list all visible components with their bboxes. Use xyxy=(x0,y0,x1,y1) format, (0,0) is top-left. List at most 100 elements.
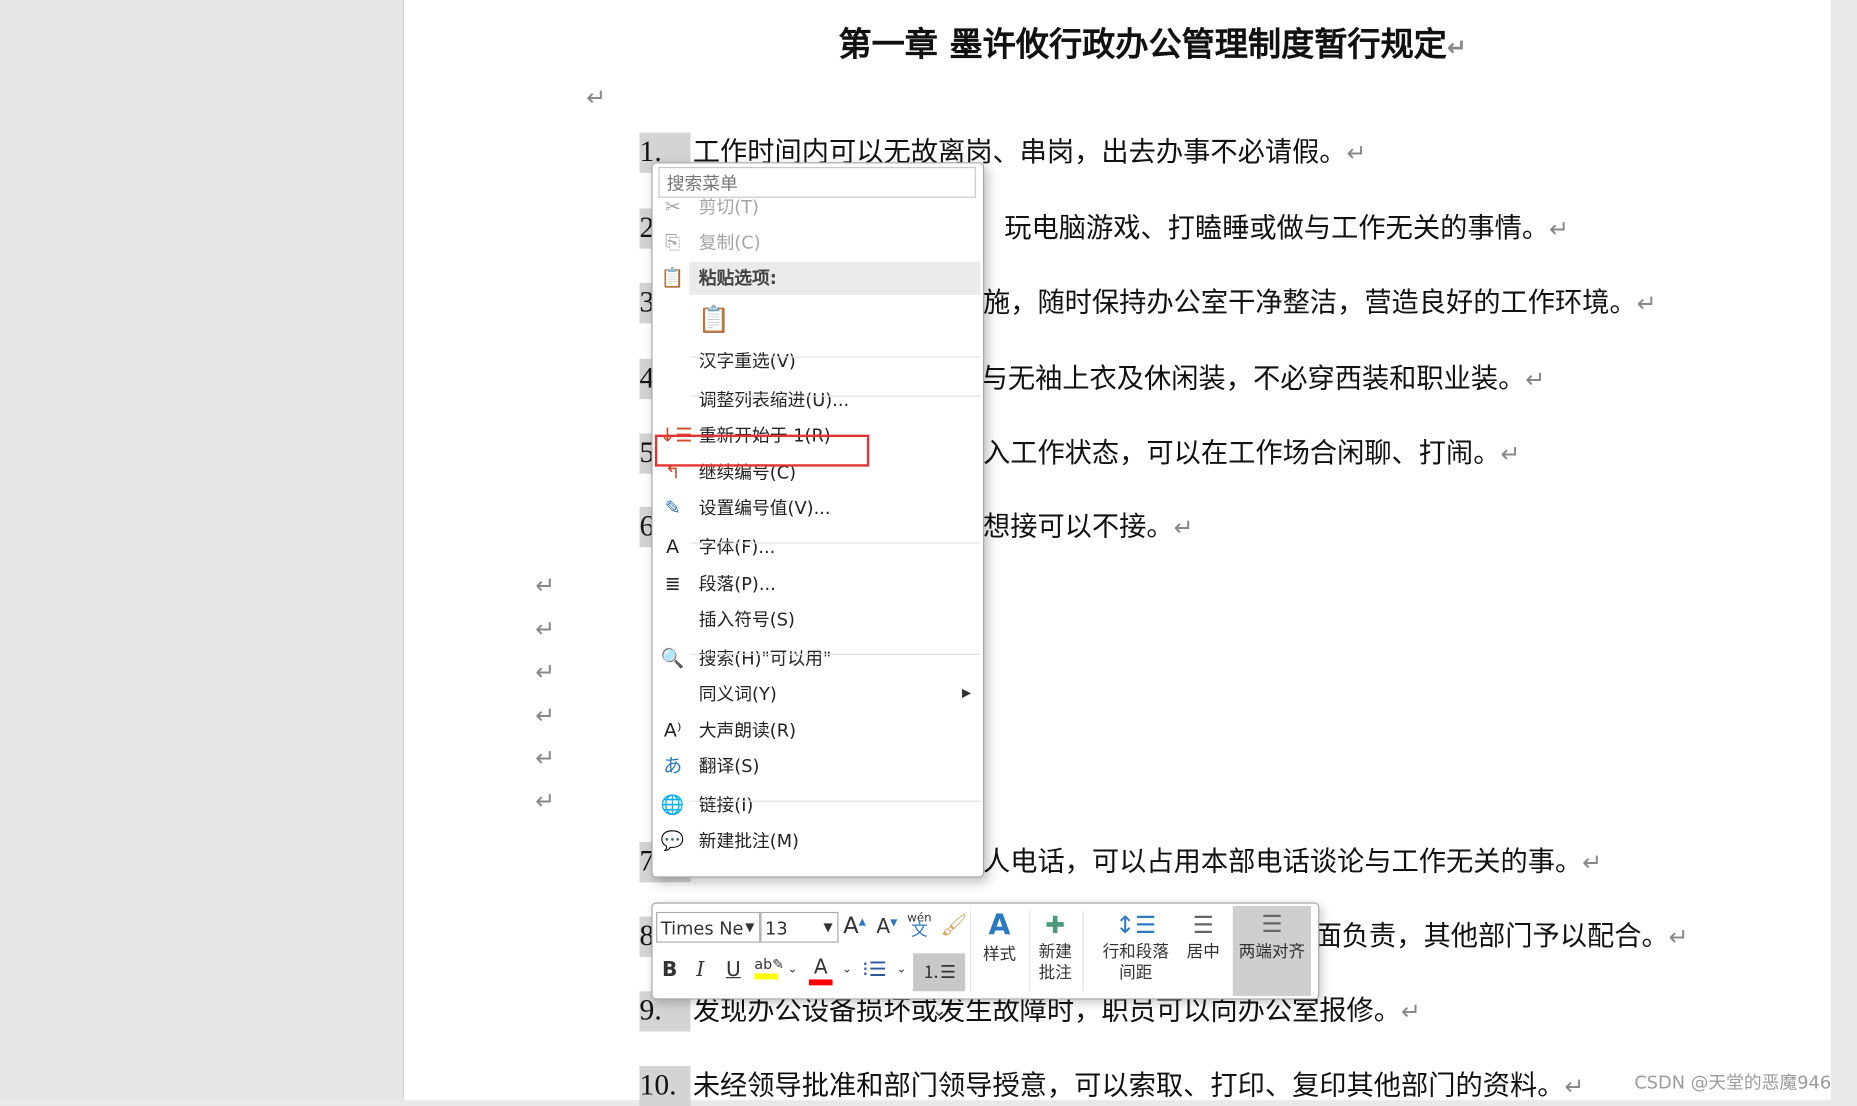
list-item-text[interactable]: 入工作状态，可以在工作场合闲聊、打闹。↵ xyxy=(983,433,1520,473)
menu-separator xyxy=(689,395,981,397)
line-spacing-button[interactable]: ↕☰ 行和段落 间距 xyxy=(1095,908,1176,984)
watermark: CSDN @天堂的恶魔946 xyxy=(1634,1071,1832,1094)
chevron-down-icon[interactable]: ⌄ xyxy=(897,963,907,976)
styles-button[interactable]: A 样式 xyxy=(977,908,1022,965)
paragraph-mark: ↵ xyxy=(535,570,556,600)
numbering-button[interactable]: ⒈☰ ⌄ xyxy=(913,953,966,1021)
phonetic-guide-button[interactable]: wén 文 xyxy=(907,912,931,941)
paragraph-mark: ↵ xyxy=(1668,922,1689,951)
menu-item-synonyms[interactable]: 同义词(Y) ▶ xyxy=(653,677,983,710)
menu-item-label: 大声朗读(R) xyxy=(698,720,797,742)
shrink-font-icon: A xyxy=(876,915,891,940)
list-item-text[interactable]: 想接可以不接。↵ xyxy=(983,507,1194,547)
chevron-down-icon[interactable]: ⌄ xyxy=(788,963,798,976)
menu-item-read-aloud[interactable]: A⁾ 大声朗读(R) xyxy=(653,714,983,747)
menu-item-set-numbering-value[interactable]: ✎ 设置编号值(V)... xyxy=(653,491,983,524)
list-item-text[interactable]: 人电话，可以占用本部电话谈论与工作无关的事。↵ xyxy=(983,842,1602,882)
menu-item-font[interactable]: A 字体(F)... xyxy=(653,531,983,564)
menu-item-link[interactable]: 🌐 链接(I) xyxy=(653,789,983,822)
vertical-scrollbar[interactable] xyxy=(1830,0,1857,1101)
menu-item-label: 剪切(T) xyxy=(698,196,759,218)
font-icon: A xyxy=(666,535,680,558)
chevron-down-icon[interactable]: ⌄ xyxy=(842,963,852,976)
new-comment-button[interactable]: ✚ 新建 批注 xyxy=(1034,908,1077,984)
list-item-content: 人电话，可以占用本部电话谈论与工作无关的事。 xyxy=(982,846,1583,878)
paragraph-mark: ↵ xyxy=(1564,1071,1585,1101)
paste-keep-text-icon: 📋 xyxy=(697,305,731,336)
menu-item-label: 设置编号值(V)... xyxy=(698,497,831,519)
menu-item-label: 翻译(S) xyxy=(698,755,760,777)
paragraph-icon: ≣ xyxy=(664,572,681,595)
set-numbering-value-icon: ✎ xyxy=(664,496,681,519)
highlighter-icon: ab✎ xyxy=(754,955,785,973)
justify-button[interactable]: ☰ 两端对齐 xyxy=(1232,905,1312,996)
paragraph-mark: ↵ xyxy=(1173,512,1194,542)
list-item-text[interactable]: 施，随时保持办公室干净整洁，营造良好的工作环境。↵ xyxy=(983,283,1657,323)
translate-icon: あ xyxy=(663,754,683,777)
format-painter-icon[interactable]: 🖌 xyxy=(940,913,967,938)
font-color-swatch xyxy=(808,979,833,986)
font-size-dropdown[interactable]: 13 ▼ xyxy=(760,911,839,943)
menu-item-paste-keep-text[interactable]: 📋 xyxy=(653,304,983,337)
justify-label: 两端对齐 xyxy=(1238,942,1306,962)
menu-item-translate[interactable]: あ翻译(S) xyxy=(653,750,983,783)
menu-item-label: 汉字重选(V) xyxy=(698,350,796,372)
menu-item-new-comment[interactable]: 💬 新建批注(M) xyxy=(653,824,983,857)
title-text: 第一章 墨许攸行政办公管理制度暂行规定 xyxy=(838,24,1447,64)
font-color-button[interactable]: A xyxy=(808,955,833,986)
link-icon: 🌐 xyxy=(660,793,685,816)
bold-button[interactable]: B xyxy=(662,958,677,982)
paste-options-icon: 📋 xyxy=(660,266,685,289)
menu-separator xyxy=(689,653,981,655)
paragraph-mark: ↵ xyxy=(1446,33,1467,62)
paragraph-mark: ↵ xyxy=(1636,288,1657,318)
font-color-icon: A xyxy=(813,955,828,980)
menu-separator xyxy=(689,542,981,544)
menu-item-label: 复制(C) xyxy=(698,232,761,254)
font-name-dropdown[interactable]: Times Ne ▼ xyxy=(656,911,761,943)
menu-item-label: 搜索(H)"可以用" xyxy=(698,647,832,670)
chevron-down-icon: ▼ xyxy=(823,921,833,935)
menu-item-copy[interactable]: ⎘ 复制(C) xyxy=(653,226,983,259)
paragraph-mark: ↵ xyxy=(535,657,556,686)
center-button[interactable]: ☰ 居中 xyxy=(1182,908,1225,962)
paragraph-mark: ↵ xyxy=(535,614,556,644)
menu-item-search[interactable]: 🔍 搜索(H)"可以用" xyxy=(653,642,983,675)
menu-item-label: 同义词(Y) xyxy=(698,683,777,705)
menu-item-insert-symbol[interactable]: 插入符号(S) xyxy=(653,603,983,636)
list-item-content: 面负责，其他部门予以配合。 xyxy=(1314,921,1669,953)
paragraph-mark: ↵ xyxy=(535,786,556,815)
menu-item-paste-options: 📋 粘贴选项: xyxy=(653,261,983,295)
bullets-button[interactable]: ⁝☰ xyxy=(862,958,886,982)
highlight-annotation-box xyxy=(654,434,870,467)
list-item-text[interactable]: 玩电脑游戏、打瞌睡或做与工作无关的事情。↵ xyxy=(1004,208,1569,248)
menu-separator xyxy=(689,800,981,802)
cut-icon: ✂ xyxy=(664,195,681,218)
menu-item-cut[interactable]: ✂ 剪切(T) xyxy=(653,191,983,224)
new-comment-icon: 💬 xyxy=(660,829,685,852)
list-item-content: 想接可以不接。 xyxy=(982,511,1174,543)
submenu-arrow-icon: ▶ xyxy=(962,686,972,700)
list-item-content: 未经领导批准和部门领导授意，可以索取、打印、复印其他部门的资料。 xyxy=(692,1070,1565,1102)
phonetic-char: 文 xyxy=(911,921,928,941)
menu-item-reconvert[interactable]: 汉字重选(V) xyxy=(653,345,983,378)
grow-font-button[interactable]: A▲ xyxy=(843,913,866,939)
chevron-down-icon: ▼ xyxy=(745,921,755,935)
list-item-text[interactable]: 与无袖上衣及休闲装，不必穿西装和职业装。↵ xyxy=(981,359,1546,399)
read-aloud-icon: A⁾ xyxy=(663,718,682,742)
paragraph-mark: ↵ xyxy=(1346,138,1367,167)
paragraph-mark: ↵ xyxy=(1401,997,1421,1026)
font-size-value: 13 xyxy=(765,917,788,940)
menu-item-adjust-list-indent[interactable]: 调整列表缩进(U)... xyxy=(653,384,983,417)
center-label: 居中 xyxy=(1186,942,1220,962)
paragraph-mark: ↵ xyxy=(586,82,607,112)
list-item-content: 施，随时保持办公室干净整洁，营造良好的工作环境。 xyxy=(982,287,1637,319)
shrink-font-button[interactable]: A▼ xyxy=(876,915,897,939)
italic-button[interactable]: I xyxy=(696,958,704,982)
menu-item-paragraph[interactable]: ≣ 段落(P)... xyxy=(653,567,983,600)
highlight-button[interactable]: ab✎ xyxy=(754,956,784,980)
paragraph-mark: ↵ xyxy=(1525,364,1546,394)
menu-item-label: 段落(P)... xyxy=(698,573,776,595)
list-item-text[interactable]: 面负责，其他部门予以配合。↵ xyxy=(1315,917,1689,957)
underline-button[interactable]: U xyxy=(726,958,741,982)
